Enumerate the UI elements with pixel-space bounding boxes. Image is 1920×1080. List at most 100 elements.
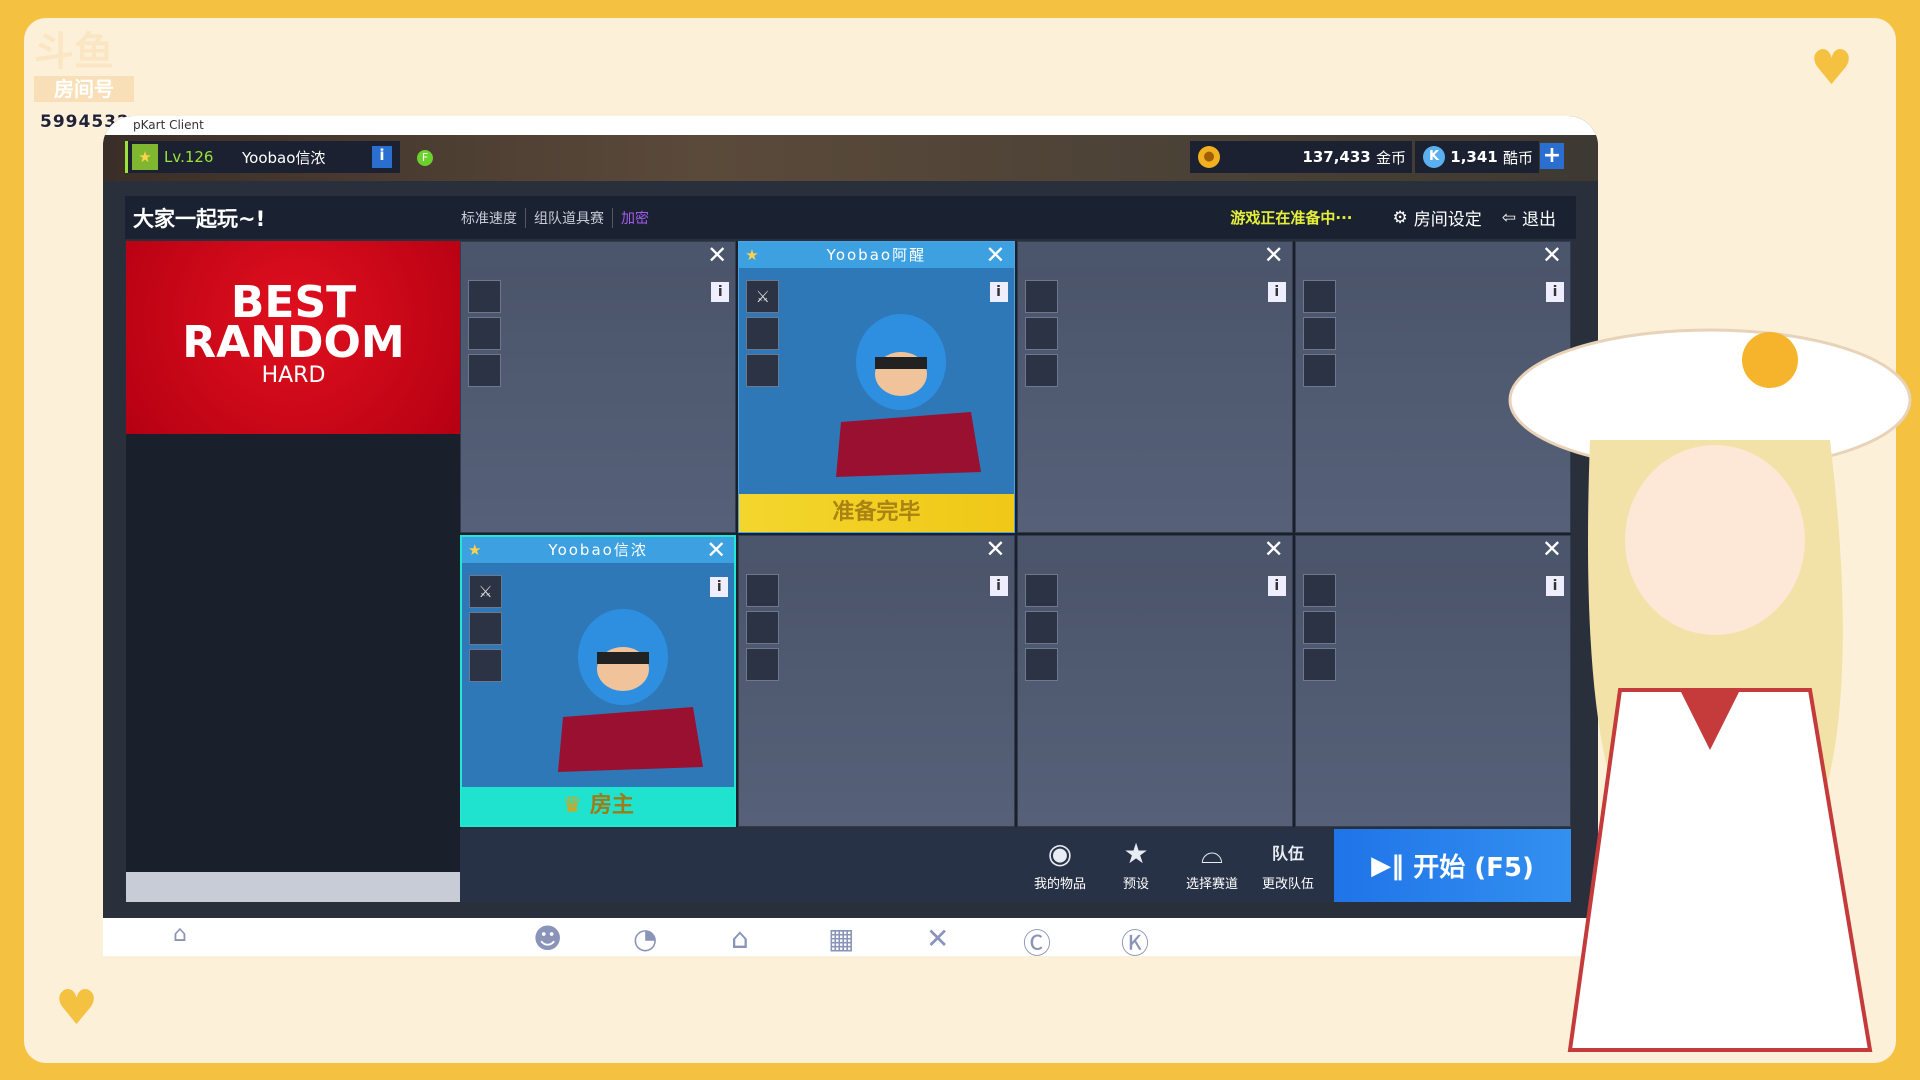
item-slots xyxy=(746,574,780,685)
close-slot-icon[interactable]: ✕ xyxy=(707,242,729,268)
item-slot[interactable] xyxy=(1302,317,1336,350)
kcoin-icon: K xyxy=(1423,146,1445,168)
gold-unit: 金币 xyxy=(1375,148,1406,167)
tools-icon[interactable]: ✕ xyxy=(926,922,949,955)
player-level: Lv.126 xyxy=(164,148,214,166)
item-slot[interactable] xyxy=(746,574,780,607)
f-badge-icon: F xyxy=(417,150,433,166)
item-slot[interactable]: ⚔ xyxy=(746,280,780,313)
player-info: ★ Lv.126 Yoobao信浓 i xyxy=(125,141,400,173)
item-slots: ⚔ xyxy=(469,575,502,686)
item-slots xyxy=(468,280,501,391)
room-status: 游戏正在准备中··· xyxy=(1230,209,1353,227)
empty-slot[interactable]: ✕ i xyxy=(738,535,1015,827)
room-settings-button[interactable]: ⚙ 房间设定 xyxy=(1393,205,1482,231)
slot-status-label: 准备完毕 xyxy=(832,500,921,525)
player-slot[interactable]: ★ Yoobao信浓 ✕ ⚔ i ♛ 房主 xyxy=(460,535,737,827)
add-currency-button[interactable]: + xyxy=(1540,143,1564,169)
slot-status-label: 房主 xyxy=(589,793,634,818)
my-items-button[interactable]: ◉ 我的物品 xyxy=(1022,829,1098,902)
item-slot[interactable] xyxy=(1302,648,1336,681)
player-info-button[interactable]: i xyxy=(372,146,392,168)
close-slot-icon[interactable]: ✕ xyxy=(985,536,1007,562)
item-slot[interactable] xyxy=(746,354,780,387)
item-slot[interactable] xyxy=(1302,280,1336,313)
heart-icon: ♥ xyxy=(1810,40,1854,96)
change-team-button[interactable]: 队伍 更改队伍 xyxy=(1250,829,1326,902)
friends-icon[interactable]: ☻ xyxy=(533,922,562,955)
player-name: Yoobao信浓 xyxy=(242,148,326,167)
c-coin-icon[interactable]: Ⓒ xyxy=(1023,922,1051,956)
rank-badge-icon: ★ xyxy=(132,144,158,170)
player-slot[interactable]: ★ Yoobao阿醒 ✕ ⚔ i 准备完毕 xyxy=(738,241,1015,533)
taskbar: ⌂ ☻ ◔ ⌂ ▦ ✕ Ⓒ Ⓚ xyxy=(103,918,1598,956)
tool-label: 更改队伍 xyxy=(1261,877,1314,892)
play-pause-icon: ▶‖ xyxy=(1371,850,1414,881)
tag-mode: 组队道具赛 xyxy=(526,207,613,228)
select-track-button[interactable]: ⌓ 选择赛道 xyxy=(1174,829,1250,902)
k-clock-icon[interactable]: Ⓚ xyxy=(1121,922,1149,956)
item-slot[interactable] xyxy=(1024,648,1058,681)
close-slot-icon[interactable]: ✕ xyxy=(1264,536,1286,562)
banner-line3: HARD xyxy=(261,363,326,388)
item-slot[interactable] xyxy=(1302,354,1336,387)
item-slot[interactable] xyxy=(468,317,501,350)
empty-slot[interactable]: ✕ i xyxy=(1016,241,1293,533)
kcoin-display: K 1,341 酷币 xyxy=(1415,141,1539,173)
room-settings-label: 房间设定 xyxy=(1413,210,1482,230)
star-icon: ★ xyxy=(1123,837,1149,870)
slot-status: ♛ 房主 xyxy=(462,787,735,825)
item-slots xyxy=(1302,574,1336,685)
game-window: pKart Client ★ Lv.126 Yoobao信浓 i F ● 137,… xyxy=(103,116,1598,956)
douyu-logo: 斗鱼 房间号 xyxy=(34,30,134,102)
item-slot[interactable] xyxy=(746,648,780,681)
info-icon[interactable]: i xyxy=(710,577,729,597)
crown-icon: ♛ xyxy=(562,793,590,818)
track-icon: ⌓ xyxy=(1200,837,1224,870)
item-slot[interactable] xyxy=(468,354,501,387)
close-slot-icon[interactable]: ✕ xyxy=(706,537,728,563)
slot-player-name: Yoobao阿醒 xyxy=(826,246,927,264)
info-icon[interactable]: i xyxy=(1267,576,1286,596)
close-slot-icon[interactable]: ✕ xyxy=(1264,242,1286,268)
item-slot[interactable] xyxy=(1024,611,1058,644)
info-icon[interactable]: i xyxy=(711,282,730,302)
item-slot[interactable] xyxy=(1024,317,1058,350)
garage-icon[interactable]: ⌂ xyxy=(731,922,749,955)
item-slot[interactable] xyxy=(469,612,502,645)
item-slots xyxy=(1302,280,1336,391)
close-slot-icon[interactable]: ✕ xyxy=(1542,242,1564,268)
speedometer-icon[interactable]: ◔ xyxy=(633,922,657,955)
item-slot[interactable] xyxy=(468,280,501,313)
room-header: 大家一起玩~! 标准速度 组队道具赛 加密 游戏正在准备中··· ⚙ 房间设定 ⇦… xyxy=(125,196,1576,239)
item-slot[interactable] xyxy=(1024,280,1058,313)
team-swap-icon: 队伍 xyxy=(1271,844,1304,863)
close-slot-icon[interactable]: ✕ xyxy=(985,242,1007,268)
item-slot[interactable]: ⚔ xyxy=(469,575,502,608)
tool-label: 预设 xyxy=(1122,877,1149,892)
info-icon[interactable]: i xyxy=(1267,282,1286,302)
exit-button[interactable]: ⇦ 退出 xyxy=(1502,205,1556,231)
tag-speed: 标准速度 xyxy=(453,207,526,228)
item-slot[interactable] xyxy=(1302,574,1336,607)
item-slot[interactable] xyxy=(746,611,780,644)
item-slot[interactable] xyxy=(1024,574,1058,607)
item-slot[interactable] xyxy=(1302,611,1336,644)
map-panel: BEST RANDOM HARD xyxy=(126,241,461,902)
item-slot[interactable] xyxy=(469,649,502,682)
info-icon[interactable]: i xyxy=(989,576,1008,596)
gold-display: ● 137,433 金币 xyxy=(1190,141,1412,173)
preset-button[interactable]: ★ 预设 xyxy=(1098,829,1174,902)
info-icon[interactable]: i xyxy=(989,282,1008,302)
slot-header: ✕ xyxy=(461,242,736,268)
mode-banner[interactable]: BEST RANDOM HARD xyxy=(126,241,461,434)
slot-header: ✕ xyxy=(1295,242,1570,268)
shop-icon[interactable]: ▦ xyxy=(828,922,854,955)
logo-text: 斗鱼 xyxy=(34,29,114,75)
item-slot[interactable] xyxy=(746,317,780,350)
home-icon[interactable]: ⌂ xyxy=(173,922,187,947)
gold-coin-icon: ● xyxy=(1198,146,1220,168)
item-slot[interactable] xyxy=(1024,354,1058,387)
empty-slot[interactable]: ✕ i xyxy=(1016,535,1293,827)
empty-slot[interactable]: ✕ i xyxy=(460,241,737,533)
